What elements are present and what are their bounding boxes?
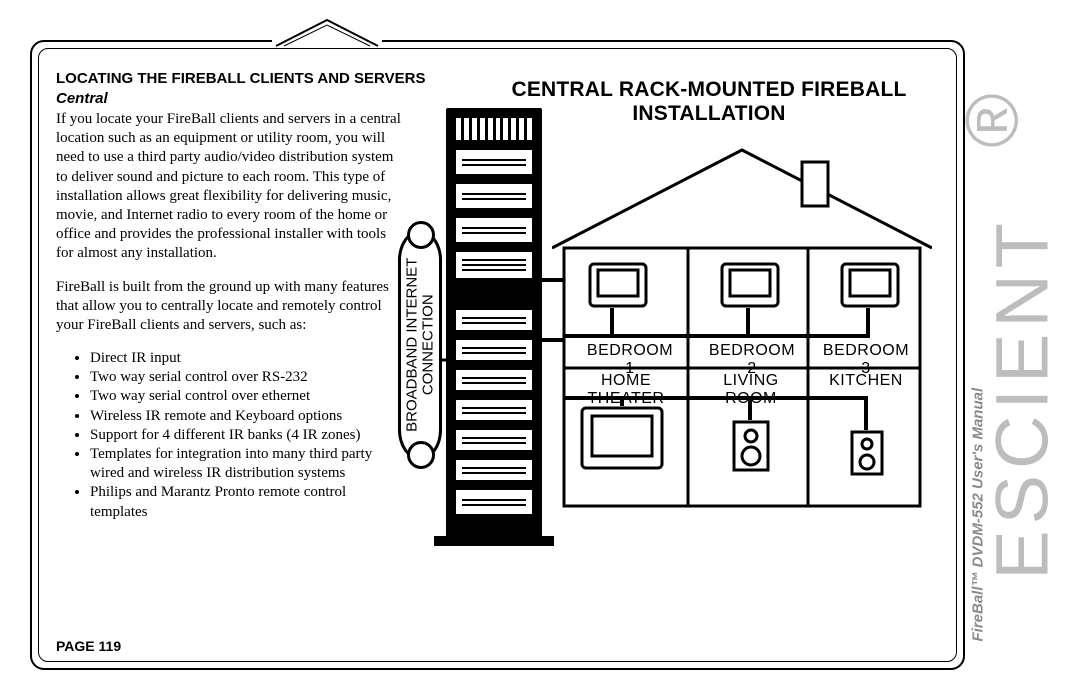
room-label: HOME THEATER xyxy=(566,372,686,408)
list-item: Wireless IR remote and Keyboard options xyxy=(90,407,401,426)
tab-triangle xyxy=(274,16,380,46)
list-item: Two way serial control over ethernet xyxy=(90,387,401,406)
rack-unit xyxy=(454,398,534,422)
rack-unit xyxy=(454,182,534,210)
manual-page: LOCATING THE FIREBALL CLIENTS AND SERVER… xyxy=(30,40,1050,670)
rack-unit xyxy=(454,308,534,332)
page-number: PAGE 119 xyxy=(56,638,121,654)
paragraph-1: If you locate your FireBall clients and … xyxy=(56,110,401,264)
rack-unit xyxy=(454,338,534,362)
room-label: KITCHEN xyxy=(816,372,916,390)
list-item: Templates for integration into many thir… xyxy=(90,445,401,483)
registered-icon: ® xyxy=(951,87,1034,148)
room-label: LIVING ROOM xyxy=(696,372,806,408)
paragraph-2: FireBall is built from the ground up wit… xyxy=(56,278,401,336)
feature-list: Direct IR input Two way serial control o… xyxy=(56,349,401,522)
list-item: Philips and Marantz Pronto remote contro… xyxy=(90,483,401,521)
rack-unit xyxy=(454,428,534,452)
rack-base xyxy=(434,536,554,546)
rack-vent xyxy=(456,118,532,140)
rack-unit xyxy=(454,458,534,482)
rack-unit xyxy=(454,250,534,280)
rack-unit xyxy=(454,148,534,176)
brand-sidebar: FireBall™ DVDM-552 User's Manual ESCIENT… xyxy=(960,40,1050,670)
page-border-outer: LOCATING THE FIREBALL CLIENTS AND SERVER… xyxy=(30,40,965,670)
rack-unit xyxy=(454,368,534,392)
list-item: Support for 4 different IR banks (4 IR z… xyxy=(90,426,401,445)
brand-logo: ESCIENT ® xyxy=(990,40,1054,670)
rack-unit xyxy=(454,488,534,516)
house-diagram: BEDROOM 1 BEDROOM 2 BEDROOM 3 HOME THEAT… xyxy=(552,140,932,520)
installation-diagram: CENTRAL RACK-MOUNTED FIREBALL INSTALLATI… xyxy=(404,60,946,560)
broadband-cloud: BROADBAND INTERNET CONNECTION xyxy=(398,230,442,460)
list-item: Direct IR input xyxy=(90,349,401,368)
equipment-rack xyxy=(446,108,542,538)
rack-unit xyxy=(454,216,534,244)
broadband-label: BROADBAND INTERNET CONNECTION xyxy=(404,258,436,432)
body-column: If you locate your FireBall clients and … xyxy=(56,110,401,522)
list-item: Two way serial control over RS-232 xyxy=(90,368,401,387)
